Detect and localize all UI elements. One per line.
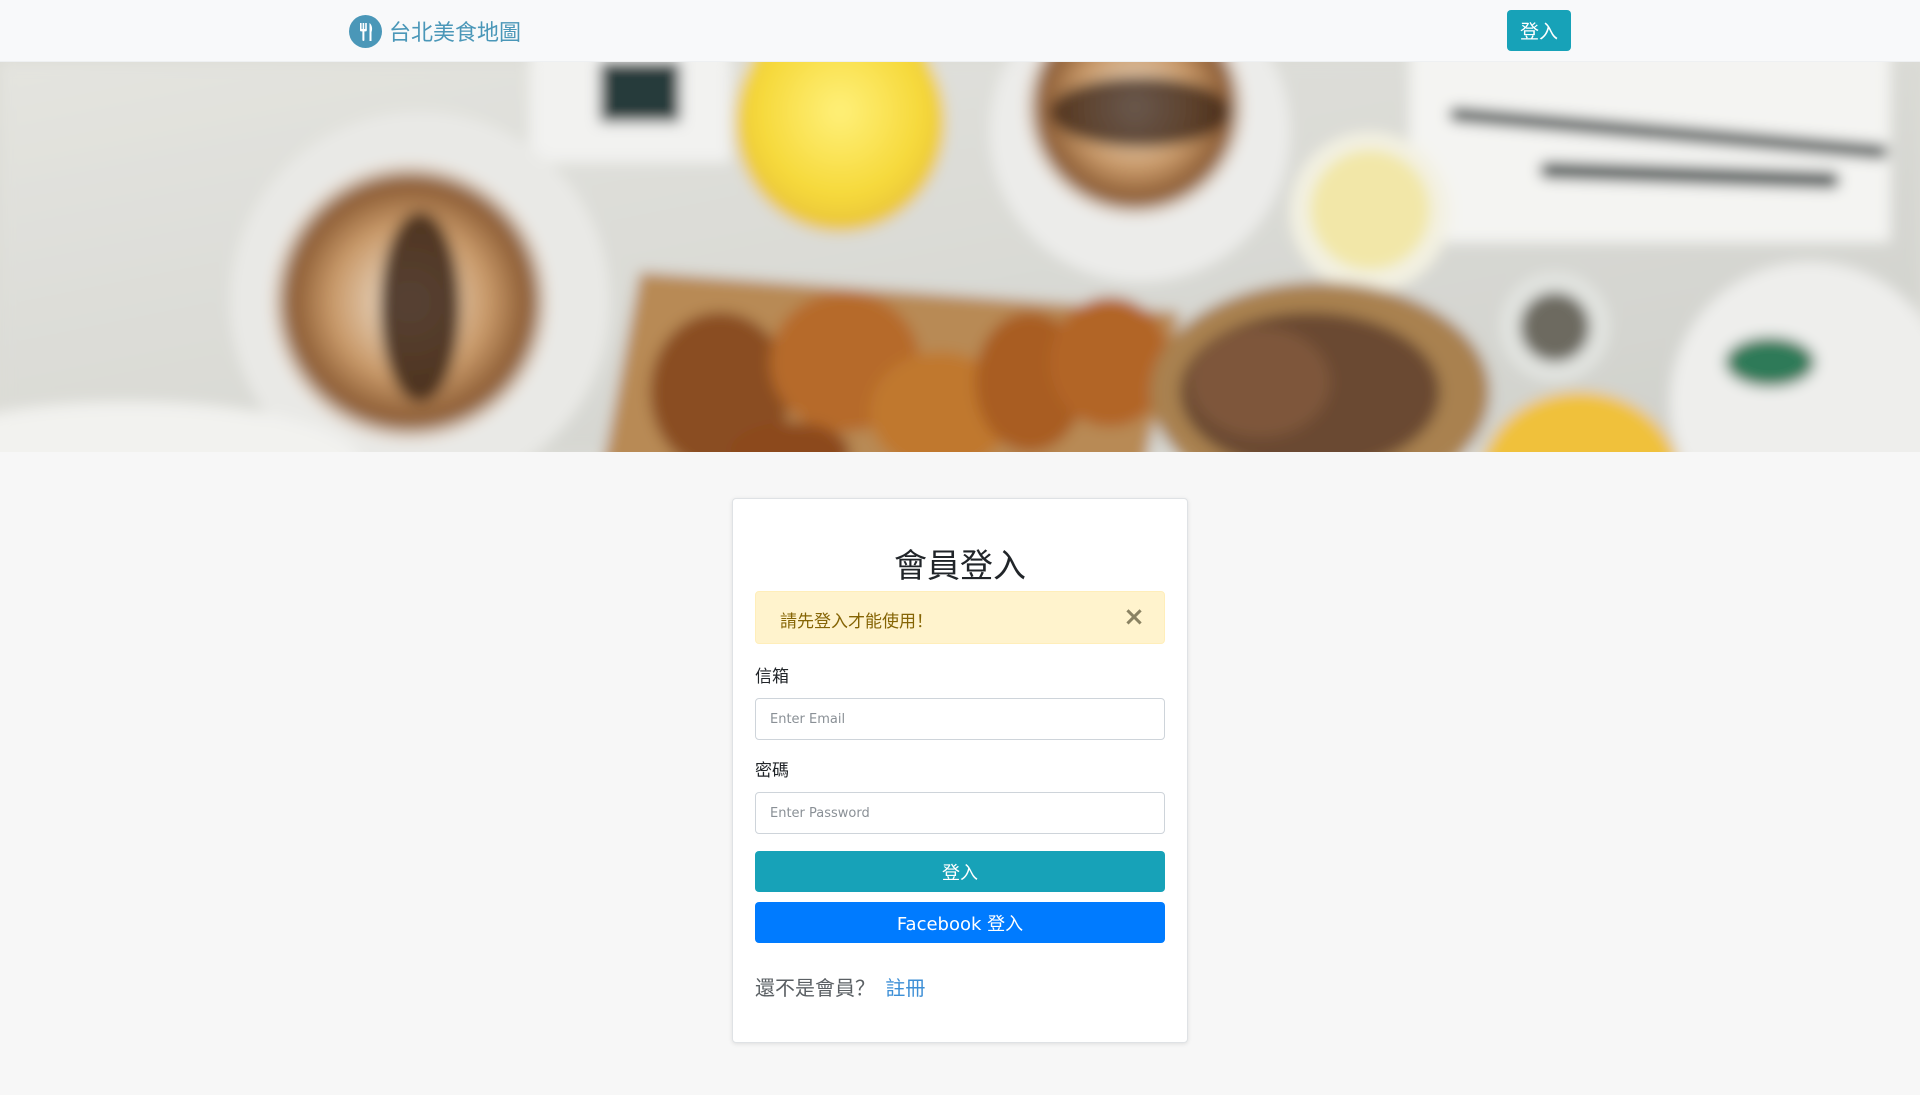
alert-close-button[interactable]: ×: [1122, 603, 1146, 631]
register-prompt-line: 還不是會員？ 註冊: [755, 972, 925, 1001]
facebook-login-button[interactable]: Facebook 登入: [755, 902, 1165, 943]
password-label: 密碼: [755, 761, 789, 781]
register-link[interactable]: 註冊: [885, 976, 925, 1000]
top-navbar: 台北美食地圖 登入: [0, 0, 1920, 62]
navbar-login-button[interactable]: 登入: [1507, 10, 1571, 51]
login-card: 會員登入 請先登入才能使用！ × 信箱 密碼 登入 Facebook 登入 還不…: [732, 498, 1188, 1043]
alert-message: 請先登入才能使用！: [780, 612, 933, 632]
hero-banner-image: [0, 62, 1920, 452]
email-input[interactable]: [755, 698, 1165, 740]
brand-name: 台北美食地圖: [389, 21, 522, 46]
login-submit-button[interactable]: 登入: [755, 851, 1165, 892]
brand-link[interactable]: 台北美食地圖: [349, 13, 521, 49]
password-input[interactable]: [755, 792, 1165, 834]
hero-photo-illustration: [0, 62, 1920, 452]
login-required-alert: 請先登入才能使用！ ×: [755, 591, 1165, 644]
fork-knife-icon: [349, 14, 382, 48]
register-prompt-text: 還不是會員？: [755, 976, 875, 1000]
email-label: 信箱: [755, 667, 789, 687]
login-title: 會員登入: [894, 546, 1026, 585]
